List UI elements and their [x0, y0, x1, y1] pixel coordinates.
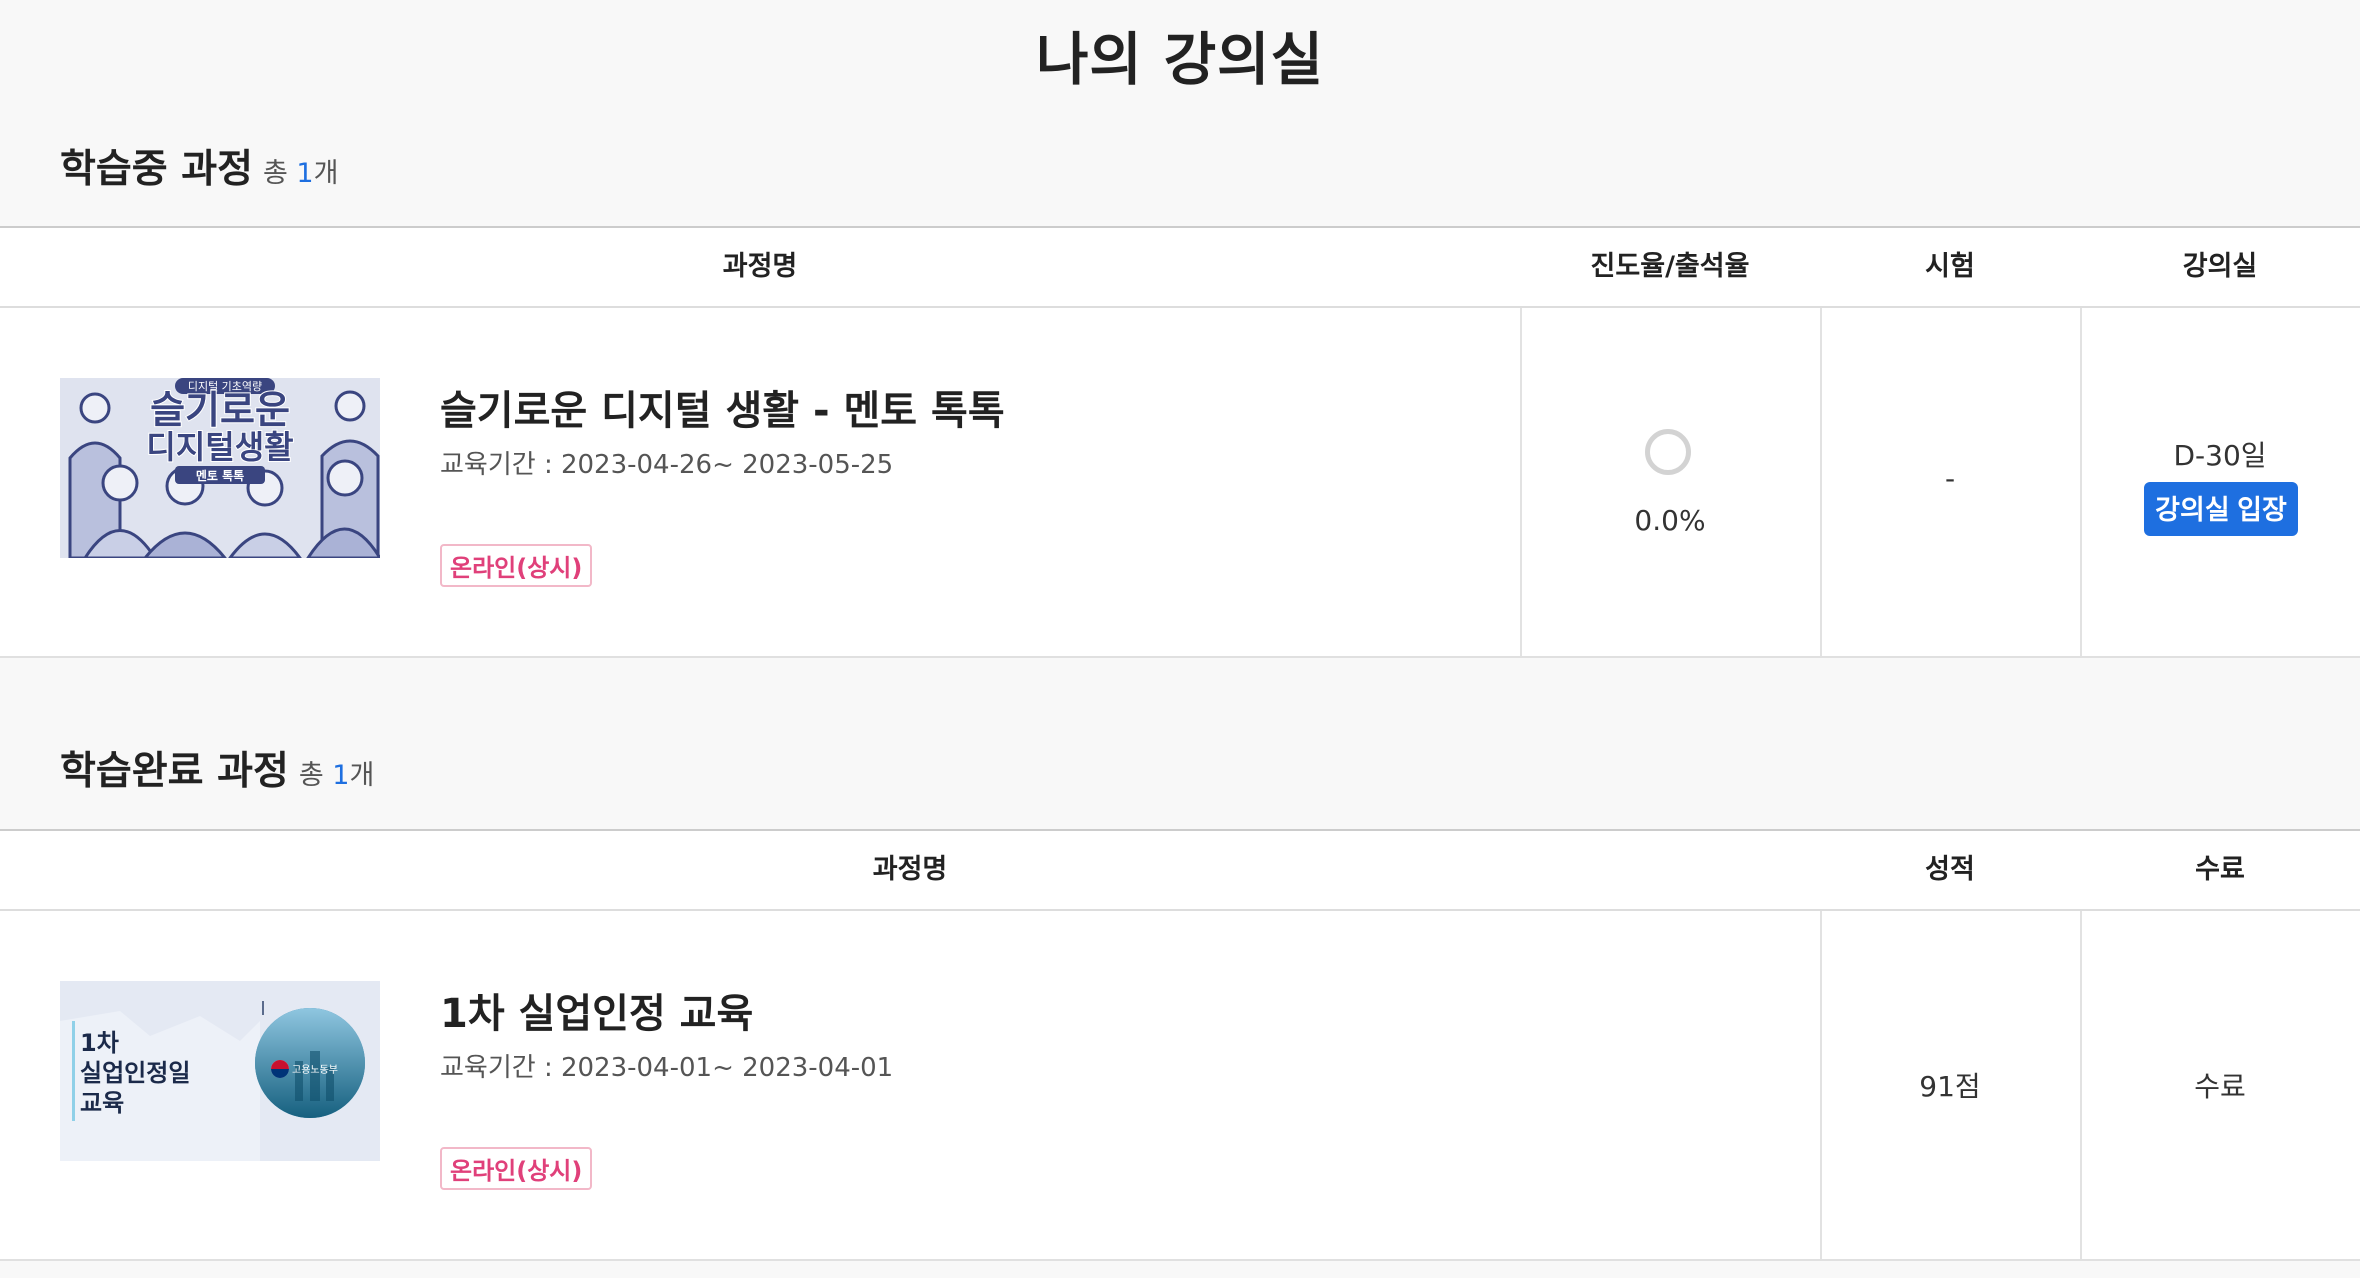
page-title: 나의 강의실 [1035, 27, 1325, 93]
header-exam: 시험 [1925, 251, 1975, 282]
svg-text:슬기로운: 슬기로운 [150, 388, 290, 432]
grade-value: 91점 [1919, 1070, 1981, 1103]
section-count: 총 1개 [298, 760, 375, 791]
divider [2080, 308, 2082, 656]
header-progress: 진도율/출석율 [1590, 251, 1750, 282]
progress-value: 0.0% [1634, 504, 1706, 537]
completed-table: 과정명 성적 수료 1차 실업인정일 교육 고용노동부 1차 실업인정 교육 교… [0, 829, 2360, 1261]
in-progress-table: 과정명 진도율/출석율 시험 강의실 디지털 기초역량 슬기로운 디지털생활 멘… [0, 226, 2360, 658]
course-period: 교육기간 : 2023-04-26~ 2023-05-25 [440, 450, 894, 480]
section-count: 총 1개 [262, 158, 339, 189]
completion-status: 수료 [2194, 1070, 2246, 1103]
table-header: 과정명 진도율/출석율 시험 강의실 [0, 228, 2360, 308]
dday-label: D-30일 [2173, 439, 2267, 472]
table-row: 1차 실업인정일 교육 고용노동부 1차 실업인정 교육 교육기간: 2023… [0, 911, 2360, 1259]
course-type-badge: 온라인(상시) [440, 544, 593, 587]
course-title[interactable]: 1차 실업인정 교육 [440, 981, 753, 1039]
table-header: 과정명 성적 수료 [0, 831, 2360, 911]
course-thumbnail[interactable]: 디지털 기초역량 슬기로운 디지털생활 멘토 톡톡 [60, 378, 380, 558]
header-course: 과정명 [722, 251, 798, 282]
progress-ring [1645, 429, 1691, 475]
course-thumbnail[interactable]: 1차 실업인정일 교육 고용노동부 [60, 981, 380, 1161]
in-progress-heading: 학습중 과정 총 1개 [60, 138, 338, 194]
header-room: 강의실 [2182, 251, 2258, 282]
enter-classroom-button[interactable]: 강의실 입장 [2144, 482, 2298, 536]
digital-life-thumbnail-image: 디지털 기초역량 슬기로운 디지털생활 멘토 톡톡 [60, 378, 380, 558]
svg-text:멘토 톡톡: 멘토 톡톡 [196, 468, 244, 483]
svg-text:디지털생활: 디지털생활 [146, 428, 293, 466]
exam-value: - [1944, 462, 1956, 495]
course-title[interactable]: 슬기로운 디지털 생활 - 멘토 톡톡 [440, 378, 1005, 436]
header-grade: 성적 [1925, 854, 1975, 885]
table-row: 디지털 기초역량 슬기로운 디지털생활 멘토 톡톡 슬기로운 디지털 생활 - … [0, 308, 2360, 656]
divider [1520, 308, 1522, 656]
section-title: 학습중 과정 [60, 147, 253, 192]
svg-text:실업인정일: 실업인정일 [80, 1059, 190, 1087]
course-period: 교육기간 : 2023-04-01~ 2023-04-01 [440, 1053, 894, 1083]
header-course: 과정명 [872, 854, 948, 885]
section-title: 학습완료 과정 [60, 749, 289, 794]
svg-text:고용노동부: 고용노동부 [292, 1064, 338, 1076]
svg-text:교육: 교육 [80, 1089, 124, 1117]
header-completion: 수료 [2195, 854, 2245, 885]
course-type-badge: 온라인(상시) [440, 1147, 593, 1190]
unemployment-course-thumbnail-image: 1차 실업인정일 교육 고용노동부 [60, 981, 380, 1161]
svg-text:1차: 1차 [80, 1029, 119, 1057]
completed-heading: 학습완료 과정 총 1개 [60, 740, 374, 796]
